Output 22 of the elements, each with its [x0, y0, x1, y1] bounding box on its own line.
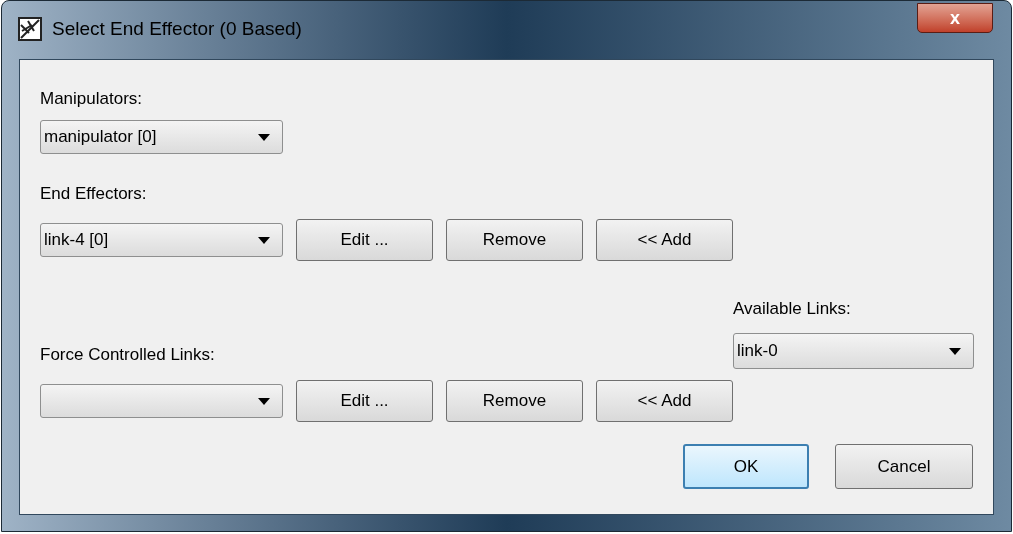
- button[interactable]: OK: [683, 444, 809, 489]
- dropdown[interactable]: link-0: [733, 333, 974, 369]
- button[interactable]: Edit ...: [296, 380, 433, 422]
- caret-icon: [258, 236, 270, 244]
- button[interactable]: Remove: [446, 219, 583, 261]
- button[interactable]: Remove: [446, 380, 583, 422]
- button[interactable]: << Add: [596, 219, 733, 261]
- app-icon: [18, 17, 42, 42]
- button[interactable]: << Add: [596, 380, 733, 422]
- caret-icon: [258, 133, 270, 141]
- field-label: Available Links:: [733, 298, 852, 320]
- window-title: Select End Effector (0 Based): [52, 17, 302, 41]
- field-label: Force Controlled Links:: [40, 344, 216, 366]
- button[interactable]: Cancel: [835, 444, 973, 489]
- field-label: End Effectors:: [40, 183, 148, 205]
- caret-icon: [949, 347, 961, 355]
- caret-icon: [258, 397, 270, 405]
- field-label: Manipulators:: [40, 88, 144, 110]
- button[interactable]: Edit ...: [296, 219, 433, 261]
- dropdown[interactable]: manipulator [0]: [40, 120, 283, 154]
- dropdown[interactable]: [40, 384, 283, 418]
- dropdown[interactable]: link-4 [0]: [40, 223, 283, 257]
